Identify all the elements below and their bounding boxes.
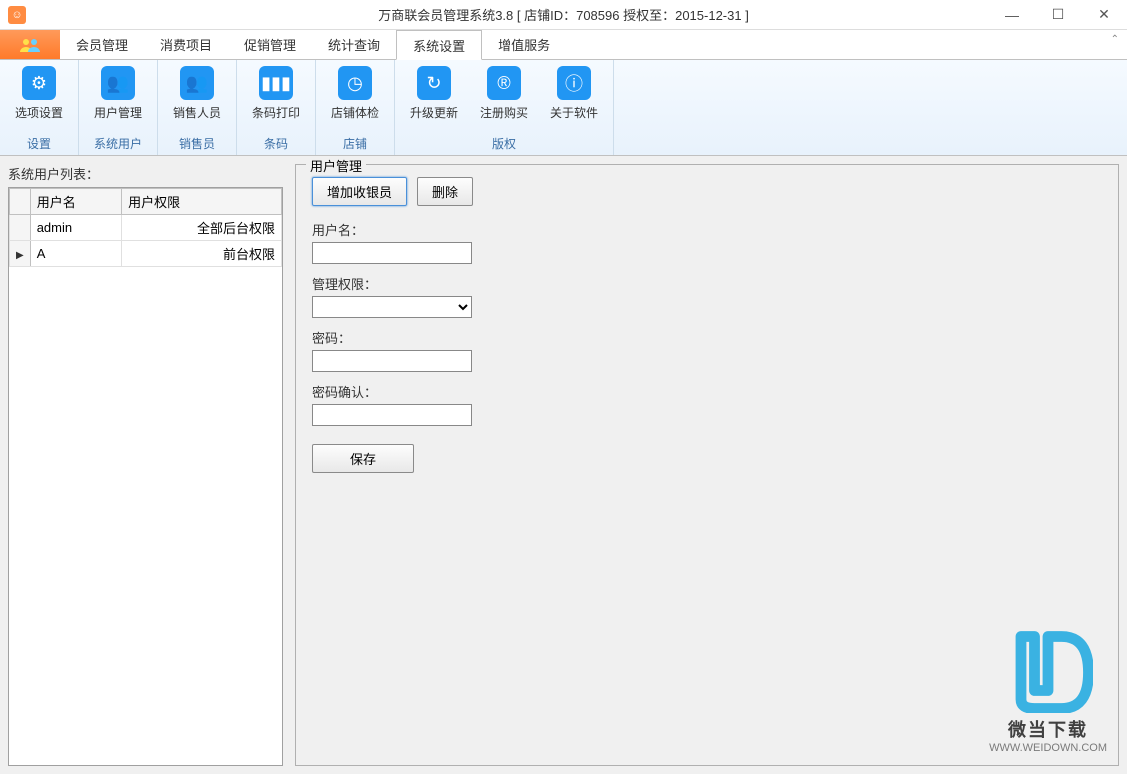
window-title: 万商联会员管理系统3.8 [ 店铺ID：708596 授权至：2015-12-3… [378, 5, 749, 24]
ribbon-label: 条码打印 [252, 104, 300, 121]
refresh-icon: ↻ [417, 66, 451, 100]
clock-icon: ◷ [338, 66, 372, 100]
password-label: 密码： [312, 328, 1102, 347]
ribbon-选项设置[interactable]: ⚙ 选项设置 [4, 60, 74, 132]
cell-username: A [30, 241, 121, 267]
ribbon-注册购买[interactable]: ® 注册购买 [469, 60, 539, 132]
ribbon-group-店铺: ◷ 店铺体检店铺 [316, 60, 395, 155]
table-row[interactable]: admin全部后台权限 [10, 215, 282, 241]
ribbon-label: 升级更新 [410, 104, 458, 121]
col-permission[interactable]: 用户权限 [122, 189, 282, 215]
ribbon-group-条码: ▮▮▮ 条码打印条码 [237, 60, 316, 155]
users-icon: 👥 [180, 66, 214, 100]
ribbon-group-label: 销售员 [162, 132, 232, 155]
menu-系统设置[interactable]: 系统设置 [396, 30, 482, 60]
permission-label: 管理权限： [312, 274, 1102, 293]
ribbon-升级更新[interactable]: ↻ 升级更新 [399, 60, 469, 132]
ribbon-label: 用户管理 [94, 104, 142, 121]
user-list-panel: 系统用户列表： 用户名 用户权限 admin全部后台权限▶A前台权限 [8, 164, 283, 766]
gear-icon: ⚙ [22, 66, 56, 100]
ribbon-label: 注册购买 [480, 104, 528, 121]
ribbon-销售人员[interactable]: 👥 销售人员 [162, 60, 232, 132]
ribbon-关于软件[interactable]: ⓘ 关于软件 [539, 60, 609, 132]
close-button[interactable]: ✕ [1081, 0, 1127, 30]
app-icon: ☺ [8, 6, 26, 24]
row-selector: ▶ [10, 241, 31, 267]
ribbon-group-设置: ⚙ 选项设置设置 [0, 60, 79, 155]
menu-bar: 会员管理消费项目促销管理统计查询系统设置增值服务 [0, 30, 1127, 60]
table-row[interactable]: ▶A前台权限 [10, 241, 282, 267]
col-username[interactable]: 用户名 [30, 189, 121, 215]
home-button[interactable] [0, 30, 60, 59]
row-selector [10, 215, 31, 241]
user-list-title: 系统用户列表： [8, 164, 283, 183]
ribbon-group-label: 设置 [4, 132, 74, 155]
ribbon-条码打印[interactable]: ▮▮▮ 条码打印 [241, 60, 311, 132]
menu-促销管理[interactable]: 促销管理 [228, 30, 312, 59]
watermark: 微当下载 WWW.WEIDOWN.COM [989, 623, 1107, 754]
fieldset-legend: 用户管理 [306, 156, 366, 175]
ribbon-group-版权: ↻ 升级更新 ® 注册购买 ⓘ 关于软件版权 [395, 60, 614, 155]
watermark-text: 微当下载 [989, 716, 1107, 742]
ribbon-group-系统用户: 👥 用户管理系统用户 [79, 60, 158, 155]
watermark-url: WWW.WEIDOWN.COM [989, 742, 1107, 754]
delete-button[interactable]: 删除 [417, 177, 473, 206]
username-input[interactable] [312, 242, 472, 264]
ribbon-label: 销售人员 [173, 104, 221, 121]
menu-消费项目[interactable]: 消费项目 [144, 30, 228, 59]
password-input[interactable] [312, 350, 472, 372]
menu-会员管理[interactable]: 会员管理 [60, 30, 144, 59]
ribbon-group-label: 系统用户 [83, 132, 153, 155]
workspace: 系统用户列表： 用户名 用户权限 admin全部后台权限▶A前台权限 用户管理 … [0, 156, 1127, 774]
save-button[interactable]: 保存 [312, 444, 414, 473]
add-cashier-button[interactable]: 增加收银员 [312, 177, 407, 206]
ribbon-label: 店铺体检 [331, 104, 379, 121]
ribbon-label: 关于软件 [550, 104, 598, 121]
ribbon-group-销售员: 👥 销售人员销售员 [158, 60, 237, 155]
registered-icon: ® [487, 66, 521, 100]
cell-username: admin [30, 215, 121, 241]
menu-增值服务[interactable]: 增值服务 [482, 30, 566, 59]
confirm-password-input[interactable] [312, 404, 472, 426]
maximize-button[interactable]: ☐ [1035, 0, 1081, 30]
ribbon-group-label: 版权 [399, 132, 609, 155]
users-icon [18, 37, 42, 53]
title-bar: ☺ 万商联会员管理系统3.8 [ 店铺ID：708596 授权至：2015-12… [0, 0, 1127, 30]
minimize-button[interactable]: — [989, 0, 1035, 30]
ribbon-group-label: 条码 [241, 132, 311, 155]
cell-permission: 前台权限 [122, 241, 282, 267]
ribbon-toolbar: ⚙ 选项设置设置 👥 用户管理系统用户 👥 销售人员销售员 ▮▮▮ 条码打印条码 ◷ 店铺体检店铺… [0, 60, 1127, 156]
watermark-logo-icon [1003, 623, 1093, 713]
menu-统计查询[interactable]: 统计查询 [312, 30, 396, 59]
user-grid[interactable]: 用户名 用户权限 admin全部后台权限▶A前台权限 [8, 187, 283, 766]
row-header-col [10, 189, 31, 215]
ribbon-collapse-icon[interactable]: ⌃ [1111, 34, 1119, 45]
users-icon: 👥 [101, 66, 135, 100]
ribbon-group-label: 店铺 [320, 132, 390, 155]
ribbon-用户管理[interactable]: 👥 用户管理 [83, 60, 153, 132]
ribbon-店铺体检[interactable]: ◷ 店铺体检 [320, 60, 390, 132]
barcode-icon: ▮▮▮ [259, 66, 293, 100]
cell-permission: 全部后台权限 [122, 215, 282, 241]
username-label: 用户名： [312, 220, 1102, 239]
ribbon-label: 选项设置 [15, 104, 63, 121]
permission-select[interactable] [312, 296, 472, 318]
info-icon: ⓘ [557, 66, 591, 100]
confirm-password-label: 密码确认： [312, 382, 1102, 401]
